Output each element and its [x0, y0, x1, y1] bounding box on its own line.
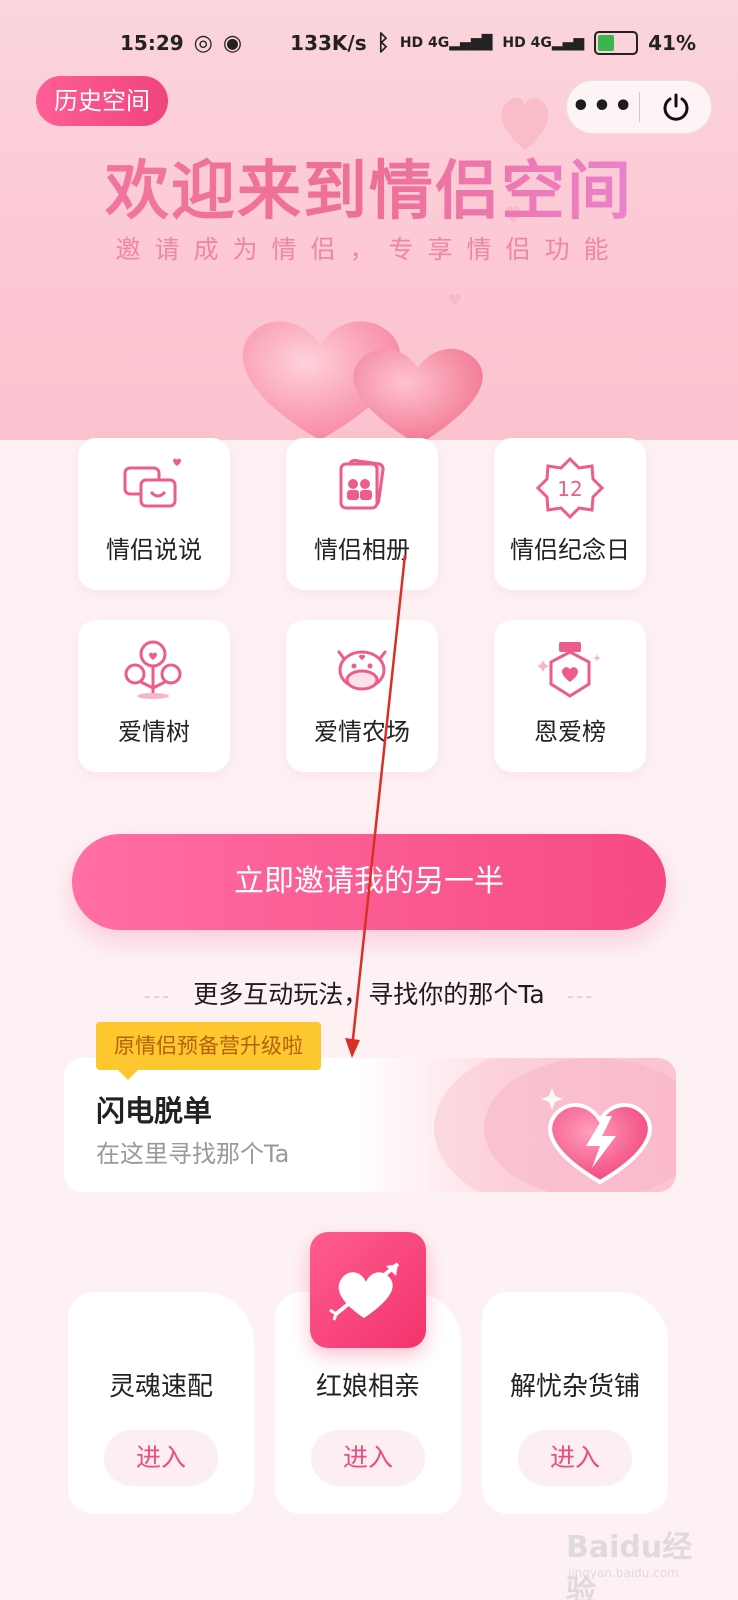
photo-album-icon: [286, 456, 438, 520]
divider-dash-left: ---: [143, 984, 172, 1008]
feature-love-tree[interactable]: 爱情树: [78, 620, 230, 772]
matchmaker-enter-button[interactable]: 进入: [311, 1430, 425, 1486]
feature-couple-posts[interactable]: 情侣说说: [78, 438, 230, 590]
soul-match-label: 灵魂速配: [108, 1372, 213, 1402]
feature-label: 情侣纪念日: [510, 536, 630, 564]
soul-match-card[interactable]: 灵魂速配 进入: [68, 1292, 254, 1514]
chat-bubbles-icon: [78, 456, 230, 520]
page-subtitle: 邀请成为情侣，专享情侣功能: [115, 235, 623, 264]
lightning-heart-icon: [434, 1058, 676, 1192]
watermark-logo-text: Baidu经验: [566, 1530, 693, 1600]
grocery-store-label: 解忧杂货铺: [509, 1372, 640, 1402]
calendar-badge-icon: 12: [494, 456, 646, 520]
flash-dating-subtitle: 在这里寻找那个Ta: [96, 1140, 290, 1168]
matchmaker-label: 红娘相亲: [315, 1372, 420, 1402]
soul-match-enter-button[interactable]: 进入: [104, 1430, 218, 1486]
close-power-icon[interactable]: [640, 91, 711, 123]
feature-anniversary[interactable]: 12 情侣纪念日: [494, 438, 646, 590]
feature-love-farm[interactable]: 爱情农场: [286, 620, 438, 772]
feature-label: 情侣说说: [106, 536, 202, 564]
feature-label: 情侣相册: [314, 536, 410, 564]
cow-icon: [286, 638, 438, 702]
invite-partner-button[interactable]: 立即邀请我的另一半: [72, 834, 666, 930]
feature-label: 爱情树: [118, 718, 190, 746]
app-notification-icon: ◎: [193, 30, 213, 56]
upgrade-badge: 原情侣预备营升级啦: [96, 1022, 321, 1080]
grocery-store-enter-button[interactable]: 进入: [518, 1430, 632, 1486]
bluetooth-icon: ᛒ: [376, 30, 390, 56]
watermark-url: jingyan.baidu.com: [568, 1566, 679, 1580]
status-bar: 15:29 ◎ ◉ 133K/s ᛒ HD 4G▂▄▆█ HD 4G▂▄▆ 41…: [0, 0, 738, 86]
flash-dating-title: 闪电脱单: [96, 1094, 213, 1128]
grocery-store-card[interactable]: 解忧杂货铺 进入: [482, 1292, 668, 1514]
hero-banner: 15:29 ◎ ◉ 133K/s ᛒ HD 4G▂▄▆█ HD 4G▂▄▆ 41…: [0, 0, 738, 440]
feature-label: 爱情农场: [314, 718, 410, 746]
flash-dating-card[interactable]: 闪电脱单 在这里寻找那个Ta: [64, 1058, 676, 1192]
battery-icon: [594, 31, 639, 55]
more-play-text: 更多互动玩法，寻找你的那个Ta: [193, 980, 545, 1009]
svg-text:12: 12: [557, 477, 582, 501]
feature-love-ranking[interactable]: 恩爱榜: [494, 620, 646, 772]
battery-level: 41%: [648, 31, 696, 55]
love-tree-icon: [78, 638, 230, 702]
more-options-icon[interactable]: •••: [567, 92, 639, 122]
baidu-jingyan-watermark: Baidu经验 jingyan.baidu.com: [566, 1518, 716, 1600]
signal-1-icon: HD 4G▂▄▆█: [399, 35, 493, 51]
app-notification-icon-2: ◉: [222, 30, 243, 56]
mini-program-capsule: •••: [566, 80, 712, 134]
network-speed: 133K/s: [290, 31, 367, 55]
status-time: 15:29: [120, 31, 184, 55]
feature-couple-album[interactable]: 情侣相册: [286, 438, 438, 590]
signal-2-icon: HD 4G▂▄▆: [502, 35, 585, 51]
divider-dash-right: ---: [566, 984, 595, 1008]
heart-arrow-icon: [310, 1232, 426, 1348]
feature-label: 恩爱榜: [534, 718, 606, 746]
history-space-button[interactable]: 历史空间: [36, 76, 168, 126]
more-play-divider: --- 更多互动玩法，寻找你的那个Ta ---: [0, 975, 738, 1011]
page-title: 欢迎来到情侣空间: [0, 140, 738, 232]
ranking-medal-icon: [494, 638, 646, 702]
